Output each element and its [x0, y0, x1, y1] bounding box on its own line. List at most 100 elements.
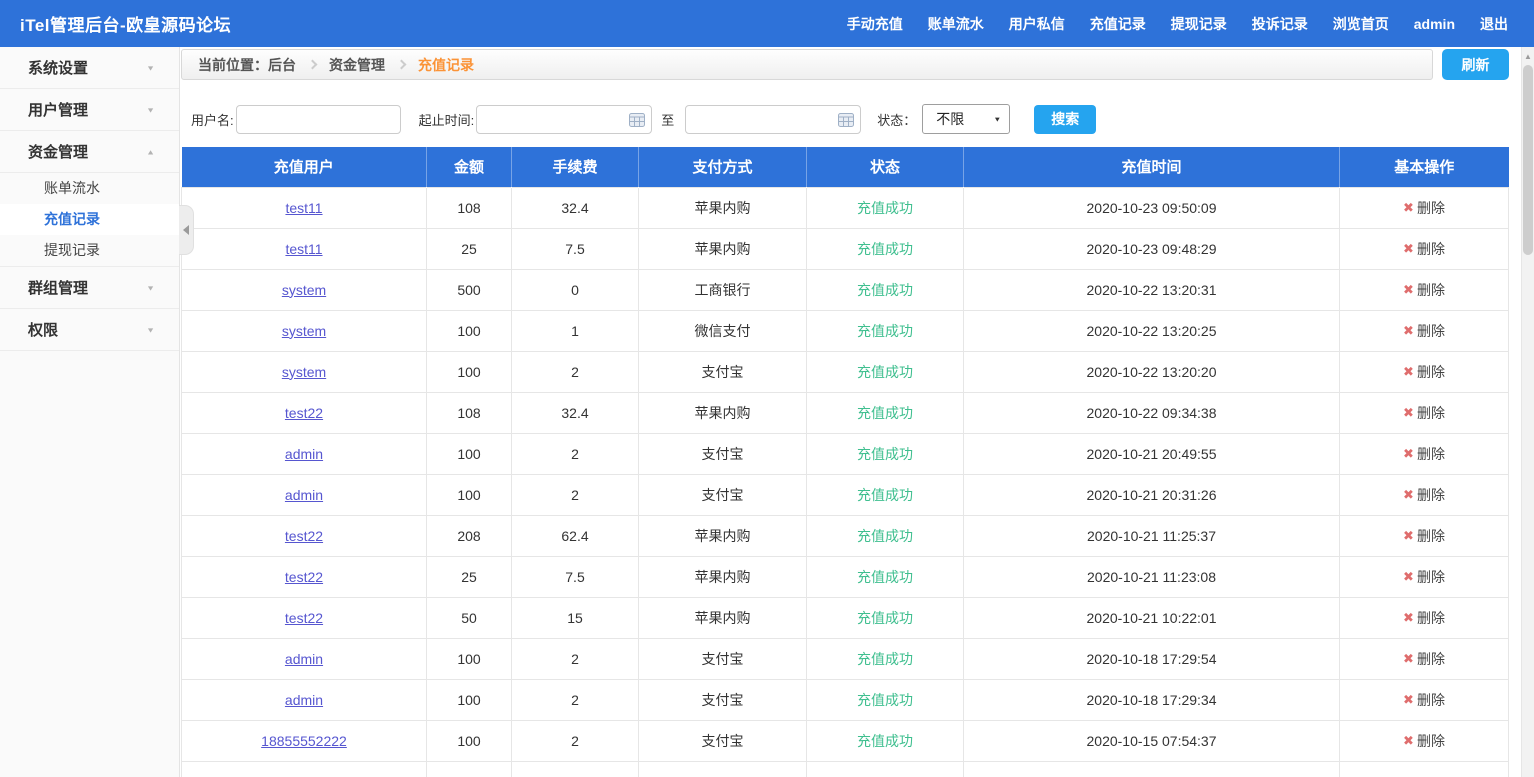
- fee-cell: 2: [512, 679, 639, 720]
- fee-cell: 2: [512, 351, 639, 392]
- status-cell: 充值成功: [807, 720, 964, 761]
- action-cell: ✖删除: [1340, 720, 1509, 761]
- status-cell: 充值成功: [807, 228, 964, 269]
- fee-cell: 32.4: [512, 187, 639, 228]
- column-header: 状态: [807, 147, 964, 187]
- delete-x-icon: ✖: [1403, 651, 1414, 667]
- user-link[interactable]: admin: [285, 446, 323, 462]
- breadcrumb-item[interactable]: 资金管理: [329, 55, 385, 75]
- delete-button[interactable]: ✖删除: [1403, 690, 1445, 710]
- sidebar-item[interactable]: 系统设置▼: [0, 47, 179, 89]
- user-link[interactable]: system: [282, 364, 326, 380]
- layout: 系统设置▼用户管理▼资金管理▲账单流水充值记录提现记录群组管理▼权限▼ 当前位置…: [0, 47, 1534, 777]
- sidebar-subitem[interactable]: 充值记录: [0, 204, 179, 235]
- delete-label: 删除: [1417, 198, 1445, 218]
- time-cell: 2020-10-22 13:20:25: [964, 310, 1340, 351]
- time-cell: 2020-10-21 10:22:01: [964, 597, 1340, 638]
- delete-button[interactable]: ✖删除: [1403, 526, 1445, 546]
- sidebar-subitem[interactable]: 账单流水: [0, 173, 179, 204]
- table-header-row: 充值用户金额手续费支付方式状态充值时间基本操作: [182, 147, 1509, 187]
- delete-x-icon: ✖: [1403, 610, 1414, 626]
- sidebar-item[interactable]: 权限▼: [0, 309, 179, 351]
- action-cell: ✖删除: [1340, 556, 1509, 597]
- status-text: 充值成功: [857, 200, 913, 216]
- delete-button[interactable]: ✖删除: [1403, 239, 1445, 259]
- payment-method-cell: 苹果内购: [639, 187, 807, 228]
- delete-button[interactable]: ✖删除: [1403, 731, 1445, 751]
- action-cell: ✖删除: [1340, 474, 1509, 515]
- user-link[interactable]: admin: [285, 651, 323, 667]
- payment-method-cell: 苹果内购: [639, 228, 807, 269]
- scrollbar-thumb[interactable]: [1523, 65, 1533, 255]
- payment-method-cell: 支付宝: [639, 433, 807, 474]
- status-select[interactable]: 不限 ▼: [922, 104, 1010, 134]
- user-link[interactable]: test11: [285, 241, 322, 257]
- sidebar-item-label: 资金管理: [28, 141, 88, 162]
- user-link[interactable]: admin: [285, 487, 323, 503]
- user-link[interactable]: admin: [285, 692, 323, 708]
- user-link[interactable]: test22: [285, 528, 323, 544]
- delete-button[interactable]: ✖删除: [1403, 321, 1445, 341]
- delete-button[interactable]: ✖删除: [1403, 362, 1445, 382]
- table-row: test2210832.4苹果内购充值成功2020-10-22 09:34:38…: [182, 392, 1509, 433]
- topbar-nav-item[interactable]: 账单流水: [928, 14, 984, 34]
- topbar-nav-item[interactable]: 提现记录: [1171, 14, 1227, 34]
- chevron-down-icon: ▼: [146, 284, 155, 292]
- vertical-scrollbar[interactable]: ▲: [1521, 47, 1534, 777]
- username-input[interactable]: [236, 105, 401, 134]
- fee-cell: 2: [512, 720, 639, 761]
- user-link[interactable]: system: [282, 323, 326, 339]
- sidebar-collapse-handle[interactable]: [179, 205, 194, 255]
- delete-button[interactable]: ✖删除: [1403, 198, 1445, 218]
- sidebar-subitem[interactable]: 提现记录: [0, 235, 179, 266]
- sidebar-item[interactable]: 群组管理▼: [0, 267, 179, 309]
- delete-button[interactable]: ✖删除: [1403, 485, 1445, 505]
- topbar-nav-item[interactable]: 充值记录: [1090, 14, 1146, 34]
- sidebar-item[interactable]: 用户管理▼: [0, 89, 179, 131]
- refresh-button[interactable]: 刷新: [1442, 49, 1509, 80]
- table-row: admin1002支付宝充值成功2020-10-18 17:29:34✖删除: [182, 679, 1509, 720]
- calendar-icon[interactable]: [838, 113, 854, 130]
- empty-cell: [964, 761, 1340, 777]
- action-cell: ✖删除: [1340, 515, 1509, 556]
- breadcrumb-item-current[interactable]: 充值记录: [418, 55, 474, 75]
- delete-x-icon: ✖: [1403, 528, 1414, 544]
- delete-x-icon: ✖: [1403, 323, 1414, 339]
- time-cell: 2020-10-15 07:54:37: [964, 720, 1340, 761]
- topbar-nav-item[interactable]: 浏览首页: [1333, 14, 1389, 34]
- topbar-nav-item[interactable]: 用户私信: [1009, 14, 1065, 34]
- date-to-wrap: [685, 105, 861, 134]
- delete-button[interactable]: ✖删除: [1403, 649, 1445, 669]
- sidebar-item[interactable]: 资金管理▲: [0, 131, 179, 173]
- topbar-nav-item[interactable]: 投诉记录: [1252, 14, 1308, 34]
- chevron-down-icon: ▼: [146, 106, 155, 114]
- user-link[interactable]: test22: [285, 569, 323, 585]
- delete-x-icon: ✖: [1403, 569, 1414, 585]
- amount-cell: 208: [427, 515, 512, 556]
- user-link[interactable]: system: [282, 282, 326, 298]
- user-link[interactable]: test11: [285, 200, 322, 216]
- delete-label: 删除: [1417, 526, 1445, 546]
- breadcrumb-prefix: 当前位置：后台: [198, 55, 296, 75]
- calendar-icon[interactable]: [629, 113, 645, 130]
- date-to-input[interactable]: [685, 105, 861, 134]
- topbar-nav-item[interactable]: 手动充值: [847, 14, 903, 34]
- delete-x-icon: ✖: [1403, 405, 1414, 421]
- delete-button[interactable]: ✖删除: [1403, 444, 1445, 464]
- user-link[interactable]: test22: [285, 610, 323, 626]
- delete-button[interactable]: ✖删除: [1403, 567, 1445, 587]
- user-link[interactable]: 18855552222: [261, 733, 347, 749]
- payment-method-cell: 苹果内购: [639, 556, 807, 597]
- user-link[interactable]: test22: [285, 405, 323, 421]
- time-range-label: 起止时间:: [419, 110, 475, 129]
- search-button[interactable]: 搜索: [1034, 105, 1096, 134]
- topbar-nav-item[interactable]: 退出: [1480, 14, 1508, 34]
- status-cell: 充值成功: [807, 638, 964, 679]
- delete-button[interactable]: ✖删除: [1403, 403, 1445, 423]
- date-from-input[interactable]: [476, 105, 652, 134]
- topbar-nav-item[interactable]: admin: [1414, 16, 1455, 32]
- scrollbar-up-icon[interactable]: ▲: [1522, 47, 1534, 61]
- user-cell: test22: [182, 597, 427, 638]
- delete-button[interactable]: ✖删除: [1403, 608, 1445, 628]
- delete-button[interactable]: ✖删除: [1403, 280, 1445, 300]
